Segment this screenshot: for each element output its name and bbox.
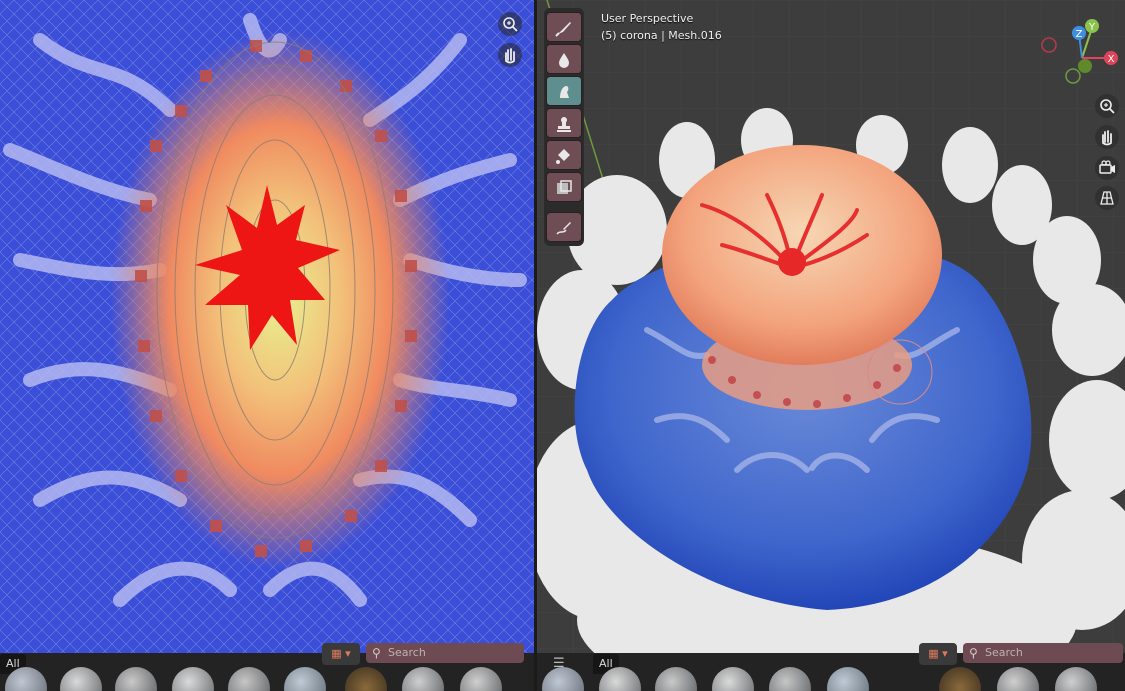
gizmo-y-label: Y <box>1088 22 1096 33</box>
mask-icon[interactable] <box>546 172 582 202</box>
brush-thumbnail[interactable] <box>115 667 157 691</box>
grid-icon[interactable] <box>1095 186 1119 210</box>
brush-thumbnail[interactable] <box>827 667 869 691</box>
brush-thumbnail[interactable] <box>460 667 502 691</box>
brush-thumbnail[interactable] <box>655 667 697 691</box>
uv-image-editor[interactable]: All ▦ ▾ ⚲ Search <box>0 0 534 691</box>
brush-thumbnail[interactable] <box>997 667 1039 691</box>
gizmo-z-label: Z <box>1076 29 1083 40</box>
draw-brush-icon[interactable] <box>546 12 582 42</box>
search-icon: ⚲ <box>969 646 978 660</box>
texture-canvas[interactable] <box>0 0 534 691</box>
object-info-label: (5) corona | Mesh.016 <box>601 29 722 42</box>
tool-strip <box>544 8 584 246</box>
brush-thumbnail[interactable] <box>402 667 444 691</box>
search-placeholder: Search <box>985 646 1023 659</box>
annotate-pen-icon[interactable] <box>546 212 582 242</box>
search-field[interactable]: ⚲ Search <box>366 643 524 663</box>
search-field[interactable]: ⚲ Search <box>963 643 1123 663</box>
search-placeholder: Search <box>388 646 426 659</box>
camera-icon[interactable] <box>1095 156 1119 180</box>
blur-drop-icon[interactable] <box>546 44 582 74</box>
grid-view-icon[interactable]: ▦ ▾ <box>919 643 957 665</box>
clone-stamp-icon[interactable] <box>546 108 582 138</box>
asset-shelf-footer: ☰ All ▦ ▾ ⚲ Search <box>537 643 1125 691</box>
gizmo-x-label: X <box>1108 54 1115 65</box>
perspective-label: User Perspective <box>601 12 694 25</box>
grid-view-icon[interactable]: ▦ ▾ <box>322 643 360 665</box>
asset-shelf-footer: All ▦ ▾ ⚲ Search <box>0 643 534 691</box>
smear-icon[interactable] <box>546 76 582 106</box>
brush-thumbnail[interactable] <box>172 667 214 691</box>
3d-viewport[interactable]: User Perspective (5) corona | Mesh.016 Z… <box>537 0 1125 691</box>
zoom-icon[interactable] <box>498 12 522 36</box>
navigation-gizmo[interactable]: Z Y X <box>1037 16 1123 92</box>
brush-thumbnail[interactable] <box>769 667 811 691</box>
pan-hand-icon[interactable] <box>1095 125 1119 149</box>
brush-thumbnail[interactable] <box>60 667 102 691</box>
brush-thumbnail[interactable] <box>228 667 270 691</box>
brush-thumbnail[interactable] <box>345 667 387 691</box>
brush-thumbnail[interactable] <box>284 667 326 691</box>
search-icon: ⚲ <box>372 646 381 660</box>
brush-thumbnail[interactable] <box>1055 667 1097 691</box>
brush-thumbnail[interactable] <box>712 667 754 691</box>
zoom-icon[interactable] <box>1095 94 1119 118</box>
brush-thumbnail[interactable] <box>939 667 981 691</box>
pan-hand-icon[interactable] <box>498 43 522 67</box>
brush-thumbnail[interactable] <box>542 667 584 691</box>
viewport-hud: User Perspective (5) corona | Mesh.016 <box>601 10 722 44</box>
fill-bucket-icon[interactable] <box>546 140 582 170</box>
viewport-scene[interactable] <box>537 0 1125 691</box>
